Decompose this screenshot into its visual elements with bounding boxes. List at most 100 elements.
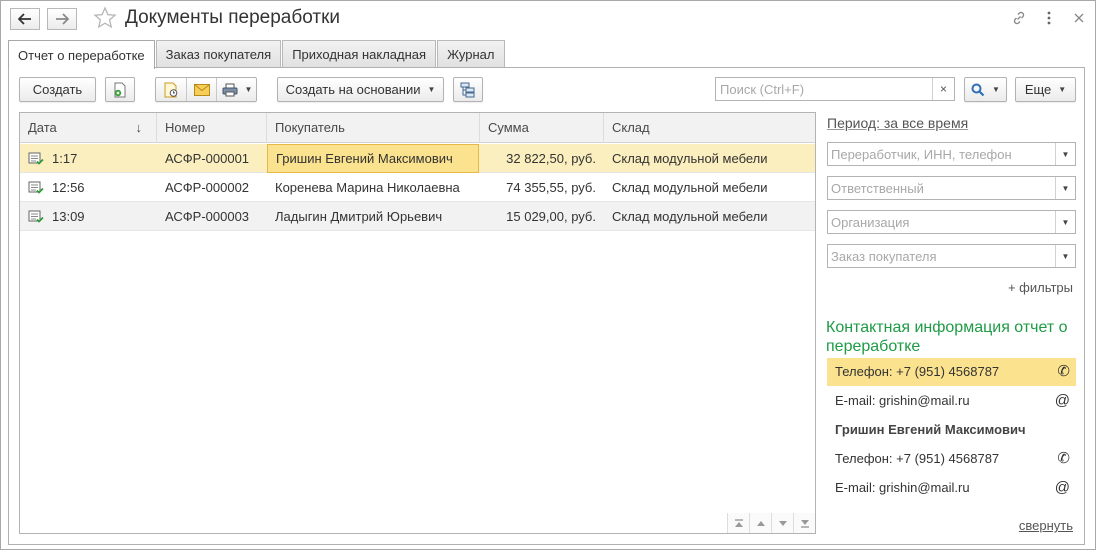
column-header-number[interactable]: Номер: [157, 113, 267, 143]
tab-journal[interactable]: Журнал: [437, 40, 505, 67]
dropdown-button[interactable]: ▼: [1055, 143, 1075, 165]
contact-phone-row[interactable]: Телефон: +7 (951) 4568787 ✆: [827, 358, 1076, 386]
arrow-up-icon: [756, 520, 765, 526]
create-button-label: Создать: [32, 82, 83, 97]
create-based-on-button[interactable]: Создать на основании ▼: [277, 77, 444, 102]
contact-email-row[interactable]: E-mail: grishin@mail.ru @: [827, 387, 1076, 415]
contact-email-text: E-mail: grishin@mail.ru: [835, 480, 970, 495]
contact-phone-text: Телефон: +7 (951) 4568787: [835, 364, 1000, 379]
organization-field[interactable]: Организация ▼: [827, 210, 1076, 234]
create-based-on-label: Создать на основании: [285, 82, 421, 97]
phone-icon[interactable]: ✆: [1057, 445, 1070, 473]
scroll-last-button[interactable]: [793, 513, 815, 533]
more-vertical-icon[interactable]: [1039, 8, 1059, 28]
document-clock-icon: [164, 82, 178, 97]
chevron-down-icon: ▼: [427, 85, 436, 94]
scroll-down-button[interactable]: [771, 513, 793, 533]
more-filters-link[interactable]: + фильтры: [1008, 280, 1073, 295]
first-page-icon: [734, 518, 743, 527]
contact-email-text: E-mail: grishin@mail.ru: [835, 393, 970, 408]
cell-sum: 74 355,55, руб.: [506, 180, 596, 195]
responsible-placeholder: Ответственный: [831, 181, 924, 196]
contact-email-row[interactable]: E-mail: grishin@mail.ru @: [827, 474, 1076, 502]
search-input[interactable]: [716, 78, 931, 100]
hierarchy-icon: [460, 82, 475, 97]
envelope-icon: [193, 83, 210, 96]
copy-document-button[interactable]: [105, 77, 135, 102]
contact-phone-text: Телефон: +7 (951) 4568787: [835, 451, 1000, 466]
cell-sum: 32 822,50, руб.: [506, 151, 596, 166]
chevron-down-icon: ▼: [1058, 85, 1067, 94]
posted-document-icon: [28, 152, 44, 165]
arrow-left-icon: [18, 13, 31, 25]
cell-warehouse: Склад модульной мебели: [612, 209, 768, 224]
table-header: Дата ↓ Номер Покупатель Сумма Склад: [20, 113, 815, 143]
at-sign-icon[interactable]: @: [1055, 474, 1070, 502]
period-link[interactable]: Период: за все время: [827, 115, 968, 131]
tab-processing-report[interactable]: Отчет о переработке: [8, 40, 155, 69]
favorite-star-icon[interactable]: [93, 6, 117, 30]
customer-order-placeholder: Заказ покупателя: [831, 249, 937, 264]
cell-customer: Гришин Евгений Максимович: [267, 144, 479, 173]
cell-warehouse: Склад модульной мебели: [612, 180, 768, 195]
table-row[interactable]: 1:17 АСФР-000001 Гришин Евгений Максимов…: [20, 144, 815, 173]
sort-down-icon: ↓: [135, 120, 143, 135]
chevron-down-icon: ▼: [992, 85, 1000, 94]
organization-placeholder: Организация: [831, 215, 910, 230]
phone-icon[interactable]: ✆: [1057, 358, 1070, 386]
dropdown-button[interactable]: ▼: [1055, 177, 1075, 199]
report-button[interactable]: [156, 78, 186, 101]
print-dropdown-button[interactable]: ▼: [217, 78, 257, 101]
more-button-label: Еще: [1024, 82, 1052, 97]
forward-button[interactable]: [47, 8, 77, 30]
column-header-sum[interactable]: Сумма: [480, 113, 604, 143]
search-button[interactable]: ▼: [964, 77, 1007, 102]
cell-number: АСФР-000002: [165, 180, 250, 195]
dropdown-button[interactable]: ▼: [1055, 211, 1075, 233]
search-box: ×: [715, 77, 955, 101]
scroll-first-button[interactable]: [727, 513, 749, 533]
arrow-down-icon: [778, 520, 787, 526]
cell-customer: Коренева Марина Николаевна: [275, 180, 460, 195]
table-row[interactable]: 13:09 АСФР-000003 Ладыгин Дмитрий Юрьеви…: [20, 202, 815, 231]
posted-document-icon: [28, 181, 44, 194]
window-title: Документы переработки: [125, 7, 341, 28]
dropdown-button[interactable]: ▼: [1055, 245, 1075, 267]
back-button[interactable]: [10, 8, 40, 30]
link-icon[interactable]: [1009, 8, 1029, 28]
table-row[interactable]: 12:56 АСФР-000002 Коренева Марина Никола…: [20, 173, 815, 202]
column-header-warehouse[interactable]: Склад: [604, 113, 816, 143]
cell-sum: 15 029,00, руб.: [506, 209, 596, 224]
tab-incoming-invoice[interactable]: Приходная накладная: [282, 40, 437, 67]
search-clear-button[interactable]: ×: [932, 78, 954, 100]
column-header-customer[interactable]: Покупатель: [267, 113, 480, 143]
cell-date: 1:17: [52, 151, 78, 166]
create-button[interactable]: Создать: [19, 77, 96, 102]
close-icon[interactable]: [1069, 8, 1089, 28]
at-sign-icon[interactable]: @: [1055, 387, 1070, 415]
column-header-date[interactable]: Дата ↓: [20, 113, 157, 143]
more-button[interactable]: Еще ▼: [1015, 77, 1076, 102]
collapse-link[interactable]: свернуть: [1019, 518, 1073, 533]
responsible-field[interactable]: Ответственный ▼: [827, 176, 1076, 200]
cell-date: 12:56: [52, 180, 85, 195]
document-actions-group: ▼: [155, 77, 257, 102]
processor-field[interactable]: Переработчик, ИНН, телефон ▼: [827, 142, 1076, 166]
tab-bar: Отчет о переработке Заказ покупателя При…: [8, 40, 506, 69]
processor-placeholder: Переработчик, ИНН, телефон: [831, 147, 1012, 162]
documents-table: Дата ↓ Номер Покупатель Сумма Склад 1:17…: [19, 112, 816, 534]
tab-customer-order[interactable]: Заказ покупателя: [155, 40, 282, 67]
send-email-button[interactable]: [187, 78, 216, 101]
cell-customer: Ладыгин Дмитрий Юрьевич: [275, 209, 443, 224]
printer-icon: [222, 83, 238, 96]
copy-document-icon: [114, 82, 126, 97]
window: Документы переработки Отчет о переработк…: [0, 0, 1096, 550]
structure-button[interactable]: [453, 77, 483, 102]
posted-document-icon: [28, 210, 44, 223]
column-header-label: Дата: [28, 120, 57, 135]
cell-date: 13:09: [52, 209, 85, 224]
customer-order-field[interactable]: Заказ покупателя ▼: [827, 244, 1076, 268]
cell-number: АСФР-000001: [165, 151, 250, 166]
contact-phone-row[interactable]: Телефон: +7 (951) 4568787 ✆: [827, 445, 1076, 473]
scroll-up-button[interactable]: [749, 513, 771, 533]
